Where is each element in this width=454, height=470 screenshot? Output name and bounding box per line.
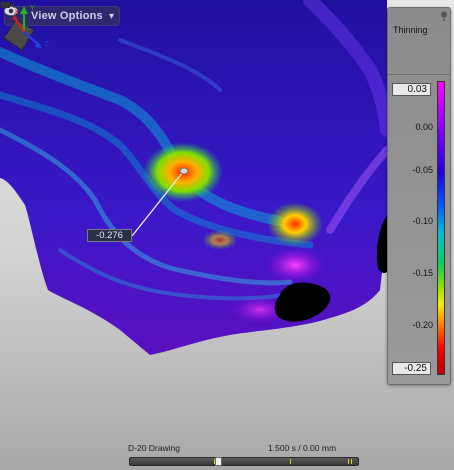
legend-tick: 0.00: [415, 122, 433, 132]
pin-icon[interactable]: [440, 11, 448, 21]
camera-icon[interactable]: [0, 0, 15, 10]
timeline-marker: [348, 459, 349, 464]
svg-text:Y: Y: [30, 5, 35, 12]
timeline-marker: [290, 459, 291, 464]
color-scale-bar: [437, 81, 445, 375]
3d-viewport[interactable]: View Options ▾ -0.276 Thinning 0.03 0.00…: [0, 0, 454, 470]
timeline-handle[interactable]: [215, 457, 222, 466]
legend-tick: -0.15: [412, 268, 433, 278]
legend-max-field[interactable]: 0.03: [392, 83, 431, 96]
probe-point[interactable]: [179, 167, 189, 175]
legend-tick: -0.20: [412, 320, 433, 330]
svg-text:X: X: [14, 9, 19, 16]
legend-tick: -0.10: [412, 216, 433, 226]
time-readout: 1.500 s / 0.00 mm: [268, 443, 337, 453]
timeline-marker: [351, 459, 352, 464]
svg-text:Z: Z: [44, 41, 49, 48]
probe-value-label: -0.276: [87, 229, 132, 242]
legend-panel: Thinning 0.03 0.00 -0.05 -0.10 -0.15 -0.…: [387, 7, 451, 385]
legend-title: Thinning: [393, 25, 428, 35]
legend-separator: [388, 74, 450, 75]
legend-tick: -0.05: [412, 165, 433, 175]
operation-name: D-20 Drawing: [128, 443, 180, 453]
thinning-contour-plot: [0, 0, 394, 355]
legend-min-field[interactable]: -0.25: [392, 362, 431, 375]
chevron-down-icon: ▾: [108, 10, 114, 22]
timeline-slider[interactable]: [129, 457, 359, 466]
